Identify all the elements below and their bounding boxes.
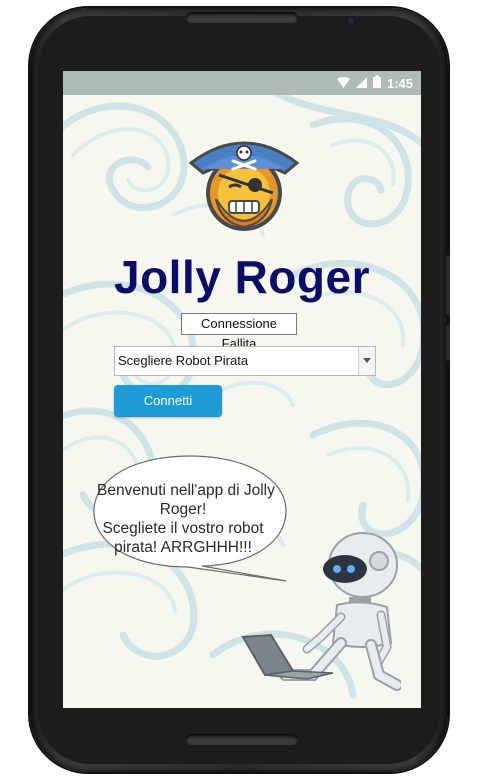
- status-bar: 1:45: [63, 71, 421, 95]
- app-content: Jolly Roger Connessione Fallita Sceglier…: [63, 95, 421, 708]
- connection-status-field: Connessione Fallita: [181, 313, 297, 351]
- robot-with-laptop-icon: [241, 532, 401, 691]
- wifi-icon: [336, 76, 350, 91]
- power-button[interactable]: [446, 255, 450, 315]
- signal-icon: [355, 76, 367, 91]
- app-title: Jolly Roger: [113, 251, 370, 303]
- connect-button[interactable]: Connetti: [114, 385, 222, 417]
- battery-icon: [372, 75, 381, 91]
- volume-button[interactable]: [446, 325, 450, 361]
- bottom-speaker: [186, 734, 298, 745]
- bubble-line: Roger!: [159, 501, 207, 518]
- app-screen: 1:45 Jolly Roger Connessione Fallita Sce…: [63, 71, 421, 708]
- bubble-line: Benvenuti nell'app di Jolly: [97, 482, 275, 499]
- robot-select-value: Scegliere Robot Pirata: [118, 353, 249, 368]
- robot-select-dropdown[interactable]: Scegliere Robot Pirata: [114, 346, 376, 376]
- pirate-logo-icon: [189, 141, 299, 231]
- status-time: 1:45: [386, 75, 413, 91]
- front-camera-icon: [346, 16, 356, 26]
- chevron-down-icon[interactable]: [358, 347, 375, 375]
- earpiece-speaker: [186, 12, 298, 23]
